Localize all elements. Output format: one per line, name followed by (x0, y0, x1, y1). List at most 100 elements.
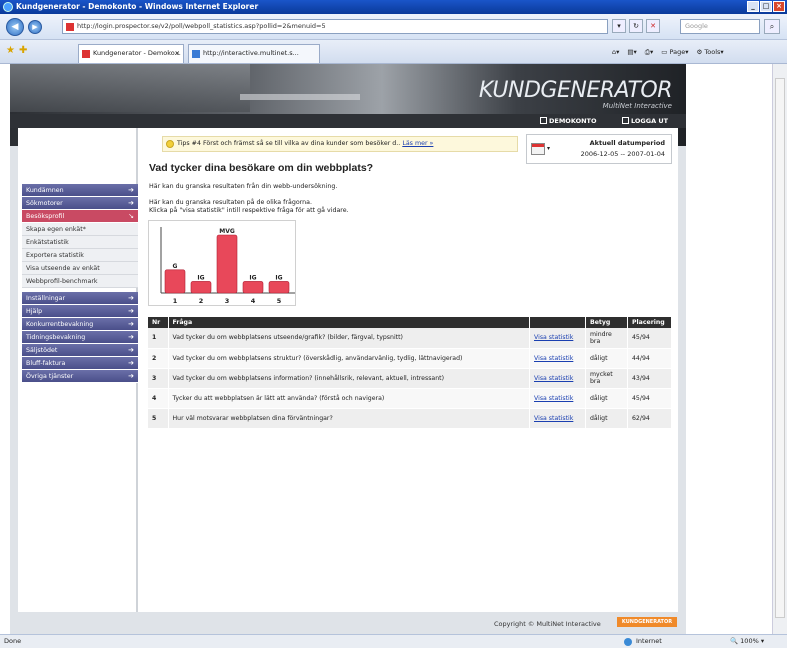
copyright-text: Copyright © MultiNet Interactive (494, 620, 601, 628)
feeds-icon[interactable]: ▤▾ (627, 45, 636, 59)
cell-grade: dåligt (585, 348, 628, 369)
table-row: 3 Vad tycker du om webbplatsens informati… (148, 368, 672, 389)
sidebar-item[interactable]: Konkurrentbevakning ➔ (22, 318, 140, 331)
sidebar-item-label: Övriga tjänster (26, 373, 74, 380)
cell-link[interactable]: Visa statistik (529, 328, 586, 349)
table-row: 2 Vad tycker du om webbplatsens struktur?… (148, 348, 672, 369)
refresh-icon[interactable]: ↻ (629, 19, 643, 33)
logout-link[interactable]: LOGGA UT (622, 116, 668, 126)
status-bar: Done Internet 🔍 100% ▾ (0, 634, 787, 648)
tab-kundgenerator[interactable]: Kundgenerator - Demoko... × (78, 44, 184, 63)
tools-menu[interactable]: ⚙ Tools▾ (697, 45, 724, 59)
back-button[interactable]: ◀ (6, 18, 24, 36)
sidebar-item[interactable]: Bluff-faktura ➔ (22, 357, 140, 370)
window-title: Kundgenerator - Demokonto - Windows Inte… (16, 2, 259, 11)
arrow-right-icon: ➔ (128, 333, 134, 341)
window-titlebar: Kundgenerator - Demokonto - Windows Inte… (0, 0, 787, 14)
search-icon[interactable]: ⌕ (764, 19, 780, 34)
url-field[interactable]: http://login.prospector.se/v2/poll/webpo… (62, 19, 608, 34)
arrow-right-icon: ➔ (128, 307, 134, 315)
chart-bar (164, 269, 186, 294)
sidebar-item[interactable]: Kundämnen ➔ (22, 184, 140, 197)
minimize-button[interactable]: _ (747, 1, 759, 12)
chart-category-label: 1 (173, 297, 178, 305)
chart-data-label: IG (275, 274, 282, 281)
page-footer: Copyright © MultiNet Interactive KUNDGEN… (10, 612, 686, 634)
close-window-button[interactable]: × (773, 1, 785, 12)
tab-close-icon[interactable]: × (175, 45, 180, 62)
brand-logo: KUNDGENERATOR (478, 78, 673, 103)
sidebar-item-label: Exportera statistik (26, 252, 84, 259)
view-statistics-link[interactable]: Visa statistik (534, 334, 573, 341)
grade-chart: G 1 IG 2 MVG 3 IG 4 IG 5 (148, 220, 296, 306)
sidebar-item[interactable]: Exportera statistik (22, 249, 140, 262)
sidebar-item[interactable]: Tidningsbevakning ➔ (22, 331, 140, 344)
cell-grade: mindre bra (585, 328, 628, 349)
cell-grade: dåligt (585, 388, 628, 409)
stop-icon[interactable]: ✕ (646, 19, 660, 33)
header-grade: Betyg (585, 317, 628, 328)
sidebar-item[interactable]: Webbprofil-benchmark (22, 275, 140, 288)
search-input[interactable]: Google (680, 19, 760, 34)
sidebar-item[interactable]: Inställningar ➔ (22, 292, 140, 305)
vertical-scrollbar[interactable] (772, 64, 787, 634)
forward-button[interactable]: ▶ (28, 20, 42, 34)
chart-data-label: IG (197, 274, 204, 281)
cell-nr: 4 (148, 388, 169, 409)
sidebar-item-label: Konkurrentbevakning (26, 321, 94, 328)
sidebar-item-label: Skapa egen enkät* (26, 226, 86, 233)
sidebar-item[interactable]: Säljstödet ➔ (22, 344, 140, 357)
maximize-button[interactable]: □ (760, 1, 772, 12)
date-period-box: ▾ Aktuell datumperiod 2006-12-05 -- 2007… (526, 134, 672, 164)
cell-link[interactable]: Visa statistik (529, 388, 586, 409)
sidebar-item-label: Visa utseende av enkät (26, 265, 100, 272)
tab-interactive[interactable]: http://interactive.multinet.s... (188, 44, 320, 63)
sidebar-item-label: Inställningar (26, 295, 66, 302)
print-icon[interactable]: ⎙▾ (645, 45, 653, 59)
tab-favicon-icon (82, 50, 90, 58)
home-icon[interactable]: ⌂▾ (612, 45, 619, 59)
sidebar-item[interactable]: Hjälp ➔ (22, 305, 140, 318)
questions-table: Nr Fråga Betyg Placering 1 Vad tycker du … (148, 317, 672, 429)
sidebar-item[interactable]: Besöksprofil ↘ (22, 210, 140, 223)
cell-grade: dåligt (585, 408, 628, 429)
sidebar-item[interactable]: Enkätstatistik (22, 236, 140, 249)
cell-nr: 3 (148, 368, 169, 389)
sidebar-item[interactable]: Visa utseende av enkät (22, 262, 140, 275)
header-question: Fråga (168, 317, 530, 328)
url-dropdown-button[interactable]: ▾ (612, 19, 626, 33)
view-statistics-link[interactable]: Visa statistik (534, 415, 573, 422)
scrollbar-thumb[interactable] (775, 78, 785, 618)
tab-bar: ★✚ Kundgenerator - Demoko... × http://in… (0, 40, 787, 64)
brand-subtitle: MultiNet Interactive (602, 102, 672, 110)
page-menu[interactable]: ▭ Page▾ (661, 45, 688, 59)
cell-grade: mycket bra (585, 368, 628, 389)
cell-link[interactable]: Visa statistik (529, 408, 586, 429)
calendar-dropdown-icon[interactable]: ▾ (547, 145, 550, 152)
cell-placement: 43/94 (627, 368, 672, 389)
zoom-control[interactable]: 🔍 100% ▾ (730, 635, 764, 648)
sidebar-item[interactable]: Skapa egen enkät* (22, 223, 140, 236)
sidebar-item[interactable]: Sökmotorer ➔ (22, 197, 140, 210)
read-more-link[interactable]: Läs mer » (402, 140, 433, 147)
cell-question: Tycker du att webbplatsen är lätt att an… (168, 388, 530, 409)
sidebar-item[interactable]: Övriga tjänster ➔ (22, 370, 140, 383)
top-links: DEMOKONTO LOGGA UT (10, 114, 686, 128)
sidebar-item-label: Besöksprofil (26, 213, 65, 220)
view-statistics-link[interactable]: Visa statistik (534, 375, 573, 382)
account-link[interactable]: DEMOKONTO (540, 116, 597, 126)
cell-link[interactable]: Visa statistik (529, 368, 586, 389)
view-statistics-link[interactable]: Visa statistik (534, 395, 573, 402)
table-header-row: Nr Fråga Betyg Placering (148, 317, 672, 328)
tip-bar: Tips #4 Först och främst så se till vilk… (162, 136, 518, 152)
calendar-icon[interactable] (531, 143, 545, 155)
view-statistics-link[interactable]: Visa statistik (534, 355, 573, 362)
tab-favicon-icon (192, 50, 200, 58)
favorites-star-icon[interactable]: ★✚ (6, 45, 31, 56)
ie-toolbar: ⌂▾ ▤▾ ⎙▾ ▭ Page▾ ⚙ Tools▾ (612, 45, 724, 59)
cell-nr: 2 (148, 348, 169, 369)
arrow-down-icon: ↘ (128, 212, 134, 220)
cell-link[interactable]: Visa statistik (529, 348, 586, 369)
chart-data-label: G (173, 263, 178, 270)
ie-logo-icon (3, 2, 13, 12)
